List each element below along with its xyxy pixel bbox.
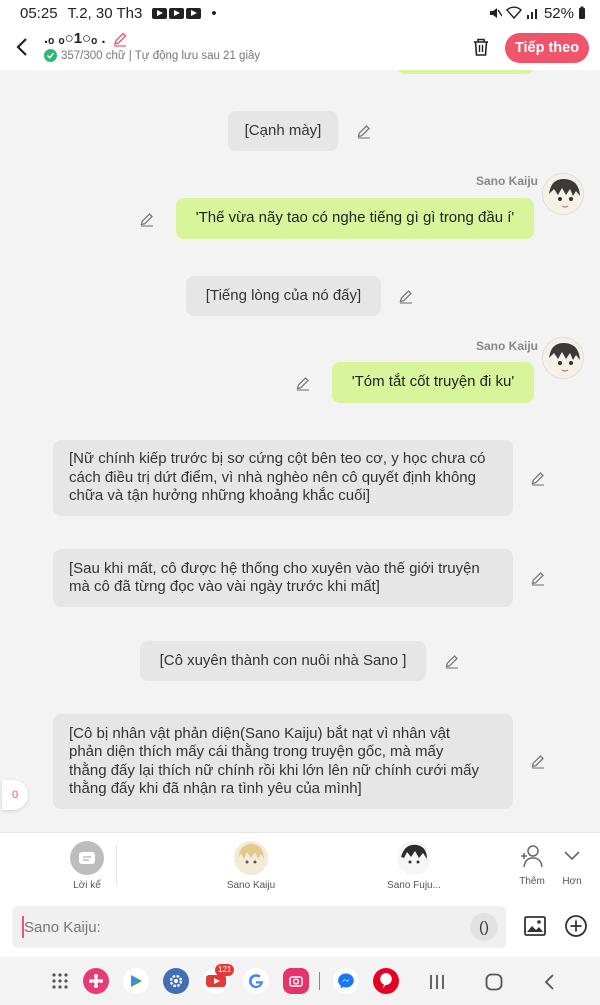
message-line: chữa và tận hưởng những khoảng khắc cuối… (69, 487, 370, 505)
play-store-icon[interactable] (123, 968, 149, 994)
sano-kaiju-avatar (234, 841, 268, 875)
my-message-bubble[interactable]: 'Tóm tắt cốt truyện đi ku' (332, 362, 534, 403)
narration-icon (70, 841, 104, 875)
home-icon[interactable] (484, 972, 504, 992)
more-notifications-dot: • (211, 4, 217, 22)
edit-pencil-icon[interactable] (295, 375, 311, 391)
narration-bubble[interactable]: [Nữ chính kiếp trước bị sơ cứng cột bên … (53, 440, 513, 516)
character-sano-fuju[interactable]: Sano Fuju... (374, 841, 454, 891)
edit-pencil-icon[interactable] (356, 123, 372, 139)
saved-check-icon (44, 49, 57, 62)
divider (116, 845, 117, 885)
chevron-down-icon (564, 851, 580, 861)
message-line: [Nữ chính kiếp trước bị sơ cứng cột bên … (69, 450, 486, 468)
edit-pencil-icon[interactable] (139, 211, 155, 227)
signal-icon (526, 9, 537, 19)
recents-icon[interactable] (428, 973, 446, 991)
edit-pencil-icon[interactable] (398, 288, 414, 304)
back-arrow-icon[interactable] (14, 36, 30, 58)
youtube-notification-icons (152, 7, 202, 19)
my-message-bubble[interactable]: 'Thế vừa nãy tao có nghe tiếng gì gì tro… (176, 198, 534, 239)
edit-pencil-icon[interactable] (530, 570, 546, 586)
clock: 05:25 (20, 4, 58, 22)
mute-icon (489, 8, 502, 18)
narration-bubble[interactable]: [Sau khi mất, cô được hệ thống cho xuyên… (53, 549, 513, 607)
wifi-icon (506, 6, 522, 20)
parenthesis-button[interactable]: () (470, 913, 498, 941)
narration-bubble[interactable]: [Cạnh mày] (228, 111, 338, 151)
previous-bubble-partial (397, 70, 534, 74)
message-line: phản diện thích mấy cái thằng trong truy… (69, 743, 444, 760)
narration-bubble[interactable]: [Tiếng lòng của nó đấy] (186, 276, 381, 316)
add-icon[interactable] (564, 914, 588, 938)
narration-bubble[interactable]: [Cô xuyên thành con nuôi nhà Sano ] (140, 641, 426, 681)
message-line: thằng đấy lại thích nữ chính rồi khi lớn… (69, 761, 480, 779)
message-text: 'Tóm tắt cốt truyện đi ku' (351, 373, 515, 391)
notification-badge: 121 (215, 964, 235, 976)
autosave-status: 357/300 chữ | Tự động lưu sau 21 giây (61, 49, 261, 62)
back-nav-icon[interactable] (541, 972, 557, 992)
character-label: Hơn (562, 876, 582, 887)
composer: () (0, 897, 600, 957)
edit-title-icon[interactable] (112, 31, 128, 47)
character-label: Sano Fuju... (387, 880, 441, 891)
sano-fuju-avatar (397, 841, 431, 875)
message-line: thằng đấy khi đã nhận ra tình yêu của mì… (69, 780, 362, 797)
edit-pencil-icon[interactable] (530, 470, 546, 486)
message-text: [Cạnh mày] (244, 121, 322, 139)
message-text: 'Thế vừa nãy tao có nghe tiếng gì gì tro… (195, 209, 515, 227)
dock-divider (319, 972, 320, 990)
edit-pencil-icon[interactable] (444, 653, 460, 669)
character-narrator[interactable]: Lời kể (47, 841, 127, 891)
app-drawer-icon[interactable] (51, 972, 69, 990)
character-selector: Lời kể Sano Kaiju Sano Fuju... Thêm Hơn (0, 832, 600, 897)
camera-app-icon[interactable] (283, 968, 309, 994)
battery-percent: 52% (543, 4, 574, 22)
message-line: mà cô đã từng đọc vào vài ngày trước khi… (69, 578, 380, 595)
message-text: [Tiếng lòng của nó đấy] (205, 286, 362, 304)
settings-app-icon[interactable] (163, 968, 189, 994)
edit-pencil-icon[interactable] (530, 753, 546, 769)
message-line: [Sau khi mất, cô được hệ thống cho xuyên… (69, 559, 480, 577)
story-title: .ₒ ₒ○1○ₒ . (44, 30, 106, 47)
sender-name: Sano Kaiju (476, 174, 539, 188)
pinterest-app-icon[interactable] (373, 968, 399, 994)
message-line: cách điều trị dứt điểm, vì nhà nghèo nên… (69, 468, 476, 486)
message-counter-tab[interactable]: 0 (2, 780, 28, 810)
gallery-app-icon[interactable] (83, 968, 109, 994)
character-label: Lời kể (73, 880, 101, 891)
image-icon[interactable] (523, 914, 547, 938)
sender-name: Sano Kaiju (476, 339, 539, 353)
google-app-icon[interactable] (243, 968, 269, 994)
messenger-app-icon[interactable] (333, 968, 359, 994)
date: T.2, 30 Th3 (67, 4, 143, 22)
message-line: [Cô bị nhân vật phản diện(Sano Kaiju) bắ… (69, 724, 451, 742)
chat-area[interactable]: [Cạnh mày] Sano Kaiju 'Thế vừa nãy tao c… (0, 70, 600, 832)
character-sano-kaiju[interactable]: Sano Kaiju (211, 841, 291, 891)
message-text: [Cô xuyên thành con nuôi nhà Sano ] (159, 651, 407, 669)
status-bar: 05:25 T.2, 30 Th3 • 52% (0, 0, 600, 26)
trash-icon[interactable] (470, 36, 492, 58)
battery-icon (579, 6, 585, 19)
character-label: Sano Kaiju (226, 880, 276, 891)
android-nav-bar: 121 (0, 957, 600, 1005)
next-button[interactable]: Tiếp theo (505, 33, 589, 63)
title-area: .ₒ ₒ○1○ₒ . 357/300 chữ | Tự động lưu sau… (44, 30, 260, 62)
text-cursor (22, 916, 24, 938)
sano-kaiju-avatar[interactable] (542, 173, 584, 215)
sano-kaiju-avatar[interactable] (542, 337, 584, 379)
more-characters-button[interactable]: Hơn (532, 843, 600, 887)
editor-header: .ₒ ₒ○1○ₒ . 357/300 chữ | Tự động lưu sau… (0, 26, 600, 70)
message-input[interactable] (12, 906, 506, 948)
narration-bubble[interactable]: [Cô bị nhân vật phản diện(Sano Kaiju) bắ… (53, 714, 513, 809)
